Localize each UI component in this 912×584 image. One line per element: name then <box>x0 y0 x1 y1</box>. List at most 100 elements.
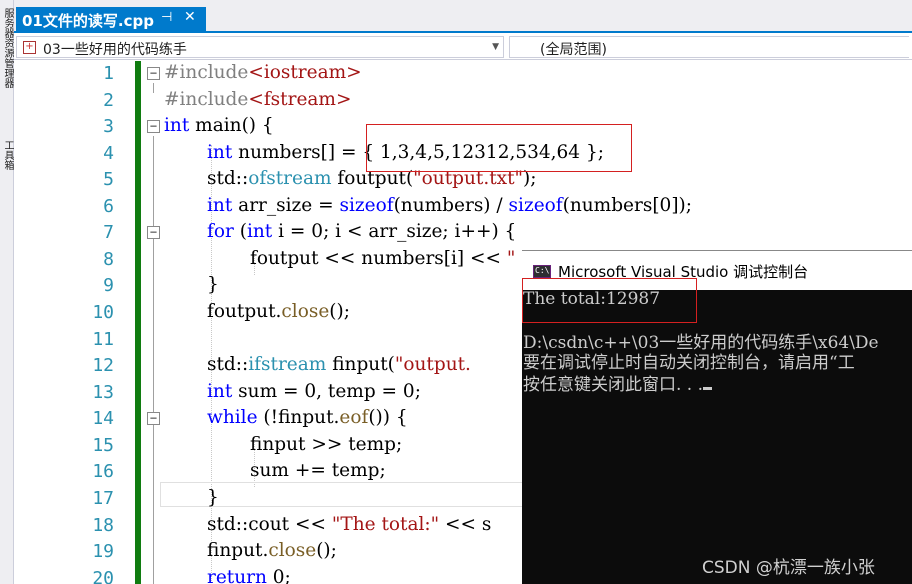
code-text: foutput << numbers[i] << <box>250 248 507 269</box>
function-name: close <box>268 540 317 561</box>
keyword: int <box>207 195 233 216</box>
code-text: std::cout << <box>207 514 332 535</box>
code-line: for (int i = 0; i < arr_size; i++) { <box>207 221 516 242</box>
line-number: 15 <box>92 435 114 456</box>
code-line: sum += temp; <box>250 460 386 481</box>
fold-guide <box>153 136 154 584</box>
pin-icon[interactable]: ⊣ <box>161 10 172 25</box>
keyword: while <box>207 407 258 428</box>
line-number: 20 <box>92 568 114 584</box>
code-line: return 0; <box>207 567 291 584</box>
scope-dropdown[interactable]: (全局范围) <box>509 36 909 58</box>
code-text: (!finput. <box>257 407 340 428</box>
line-number: 18 <box>92 515 114 536</box>
code-line: while (!finput.eof()) { <box>207 407 408 428</box>
keyword: int <box>207 142 233 163</box>
code-text: ( <box>233 221 247 242</box>
fold-toggle[interactable]: − <box>147 67 160 80</box>
chevron-down-icon[interactable]: ▼ <box>492 42 499 52</box>
console-app-icon: C:\ <box>533 265 551 278</box>
keyword: sizeof <box>339 195 394 216</box>
keyword: int <box>207 381 233 402</box>
line-number: 8 <box>103 249 114 270</box>
line-number: 10 <box>92 302 114 323</box>
navigation-bar: + 03一些好用的代码练手 ▼ (全局范围) <box>14 35 912 60</box>
keyword: sizeof <box>508 195 563 216</box>
code-line: } <box>207 487 219 508</box>
watermark: CSDN @杭漂一族小张 <box>702 558 875 578</box>
line-number: 7 <box>103 222 114 243</box>
document-tab[interactable]: 01文件的读写.cpp ⊣ ✕ <box>16 7 206 33</box>
code-text: foutput. <box>207 301 282 322</box>
code-text: } <box>207 487 219 508</box>
code-line: std::cout << "The total:" << s <box>207 514 491 535</box>
code-text: finput >> temp; <box>250 434 403 455</box>
code-text: (numbers[0]); <box>562 195 692 216</box>
fold-toggle[interactable]: − <box>147 412 160 425</box>
annotation-box-array <box>366 124 632 172</box>
keyword: return <box>207 567 267 584</box>
function-name: close <box>281 301 330 322</box>
fold-guide <box>153 83 154 93</box>
include-path: <iostream> <box>248 62 362 83</box>
line-number: 19 <box>92 541 114 562</box>
line-number: 14 <box>92 408 114 429</box>
code-line: } <box>207 274 219 295</box>
code-text: << s <box>439 514 492 535</box>
keyword: int <box>164 115 190 136</box>
code-text: std:: <box>207 168 249 189</box>
code-line: std::ifstream finput("output. <box>207 354 471 375</box>
keyword: int <box>246 221 273 242</box>
code-text: } <box>207 274 219 295</box>
code-text: finput( <box>326 354 395 375</box>
debug-console-window[interactable]: C:\ Microsoft Visual Studio 调试控制台 The to… <box>522 250 912 584</box>
keyword: for <box>207 221 234 242</box>
string-literal: "The total:" <box>331 514 440 535</box>
code-text: (); <box>316 540 337 561</box>
line-number: 13 <box>92 382 114 403</box>
change-indicator-bar <box>135 61 141 584</box>
project-dropdown[interactable]: + 03一些好用的代码练手 ▼ <box>16 36 504 58</box>
code-text: (numbers) / <box>393 195 509 216</box>
include-path: <fstream> <box>248 89 352 110</box>
annotation-box-total <box>522 278 697 323</box>
type-name: ofstream <box>248 168 332 189</box>
line-number: 9 <box>103 275 114 296</box>
fold-toggle[interactable]: − <box>147 226 160 239</box>
code-text: main() { <box>189 115 274 136</box>
string-literal: "output. <box>394 354 471 375</box>
code-line: int main() { <box>164 115 274 136</box>
line-number: 16 <box>92 461 114 482</box>
line-number: 2 <box>103 90 114 111</box>
preprocessor-token: #include <box>164 62 249 83</box>
line-number: 5 <box>103 169 114 190</box>
console-prompt-text: 按任意键关闭此窗口. . . <box>523 375 704 395</box>
line-number: 11 <box>92 329 114 350</box>
toolbox-tab[interactable]: 工具箱 <box>1 140 13 170</box>
code-line: int sum = 0, temp = 0; <box>207 381 421 402</box>
code-text: sum += temp; <box>250 460 386 481</box>
line-number: 4 <box>103 143 114 164</box>
project-icon: + <box>23 41 36 54</box>
project-dropdown-label: 03一些好用的代码练手 <box>43 42 187 58</box>
code-text: sum = 0, temp = 0; <box>232 381 421 402</box>
server-explorer-tab[interactable]: 服务器资源管理器 <box>1 8 13 88</box>
code-text: std:: <box>207 354 249 375</box>
code-text: ()) { <box>368 407 408 428</box>
code-line: #include<fstream> <box>164 89 351 110</box>
preprocessor-token: #include <box>164 89 249 110</box>
document-tab-title: 01文件的读写.cpp <box>22 12 154 30</box>
function-name: eof <box>339 407 369 428</box>
line-number: 12 <box>92 355 114 376</box>
code-text: 0; <box>266 567 291 584</box>
code-line: foutput << numbers[i] << " " <box>250 248 530 269</box>
code-text: (); <box>329 301 350 322</box>
left-tool-strip: 服务器资源管理器 工具箱 <box>0 0 14 584</box>
code-line: #include<iostream> <box>164 62 362 83</box>
line-number: 3 <box>103 116 114 137</box>
fold-toggle[interactable]: − <box>147 120 160 133</box>
console-output[interactable]: The total:12987 D:\csdn\c++\03一些好用的代码练手\… <box>522 290 912 584</box>
code-line: finput >> temp; <box>250 434 402 455</box>
code-line: finput.close(); <box>207 540 337 561</box>
close-icon[interactable]: ✕ <box>184 9 196 25</box>
